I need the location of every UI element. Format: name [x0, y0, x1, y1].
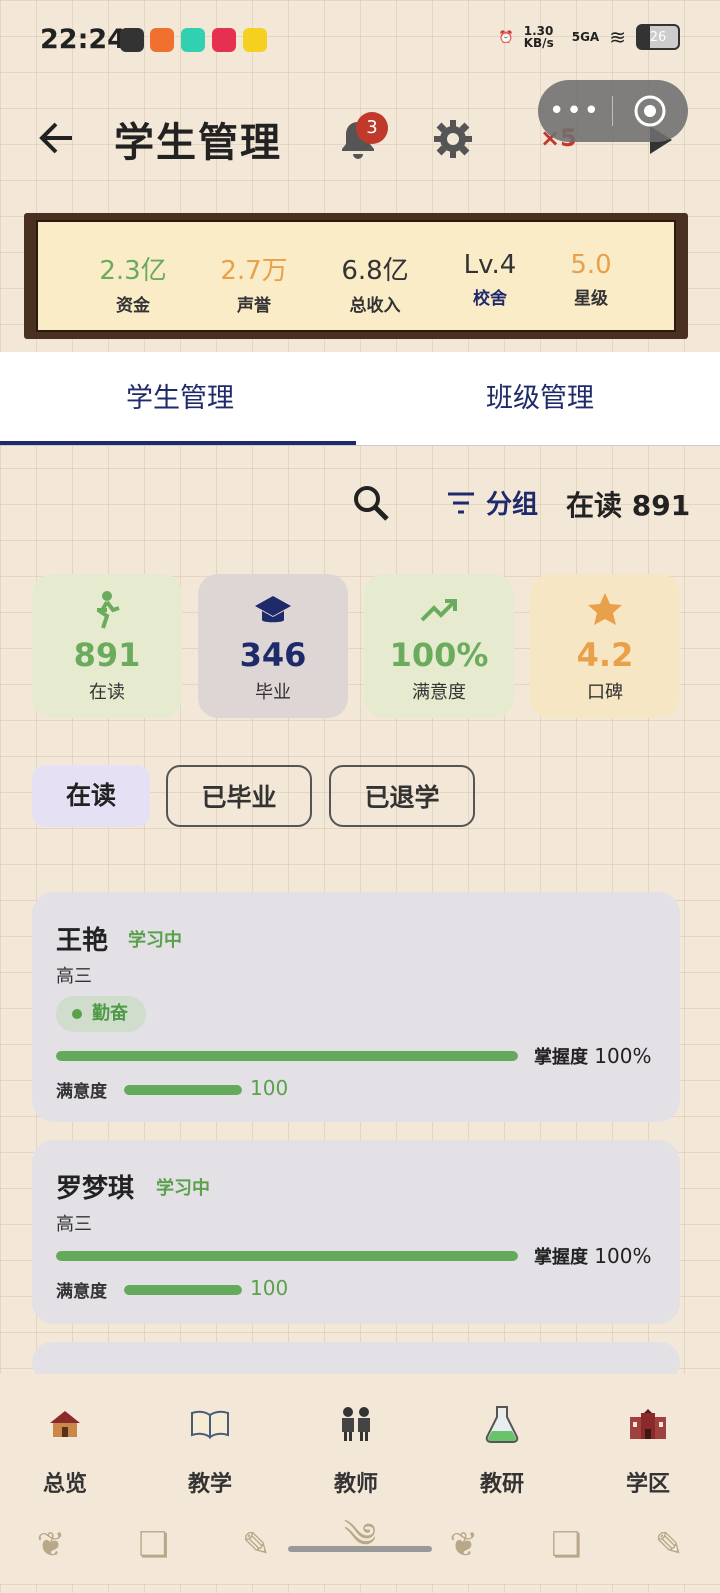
close-miniprogram-button[interactable] [613, 94, 687, 128]
wechat-icon [120, 28, 144, 52]
leaf-icon: ❦ [449, 1524, 478, 1565]
notification-badge: 3 [356, 112, 388, 144]
book-icon: ❏ [551, 1524, 582, 1565]
stat-funds: 2.3亿 资金 [99, 256, 167, 316]
filter-enrolled[interactable]: 在读 [32, 765, 150, 827]
summary-satisfaction: 100% 满意度 [364, 574, 514, 718]
satisfaction-value: 100 [250, 1076, 289, 1100]
person-walking-icon [97, 591, 120, 629]
tab-class-management[interactable]: 班级管理 [360, 352, 720, 446]
flask-icon [485, 1406, 519, 1443]
nav-research[interactable]: 教研 [442, 1394, 562, 1498]
student-card[interactable]: 王艳 学习中 高三 勤奋 掌握度 100% 满意度 100 [32, 892, 680, 1122]
filter-icon[interactable] [446, 490, 476, 516]
student-grade: 高三 [56, 966, 92, 987]
home-indicator[interactable] [288, 1546, 432, 1552]
gear-icon [434, 120, 472, 158]
satisfaction-value: 100 [250, 1276, 289, 1300]
mastery-bar [56, 1051, 518, 1061]
filter-graduated[interactable]: 已毕业 [166, 765, 312, 827]
satisfaction-label: 满意度 [56, 1082, 107, 1102]
net-speed: 1.30 KB/s [523, 24, 554, 50]
open-book-icon [191, 1410, 229, 1439]
nav-district[interactable]: 学区 [588, 1394, 708, 1498]
tab-student-management[interactable]: 学生管理 [0, 352, 360, 446]
swirl-icon: ༄ [343, 1515, 377, 1556]
trending-up-icon [420, 599, 457, 622]
settings-button[interactable] [432, 118, 474, 160]
search-button[interactable] [350, 482, 392, 524]
mastery-label: 掌握度 100% [534, 1244, 652, 1268]
status-bar: 22:24 ⏰ 1.30 KB/s 5GA ≋ 26 [0, 0, 720, 78]
summary-enrolled: 891 在读 [32, 574, 182, 718]
tab-bar: 学生管理 班级管理 [0, 352, 720, 446]
student-grade: 高三 [56, 1214, 92, 1235]
tab-divider [0, 445, 720, 446]
student-name: 罗梦琪 [56, 1174, 135, 1204]
satisfaction-label: 满意度 [56, 1282, 107, 1302]
mastery-bar-fill [56, 1251, 518, 1261]
reading-count: 在读 891 [566, 489, 691, 522]
student-trait: 勤奋 [56, 996, 146, 1032]
app-icon [243, 28, 267, 52]
miniprogram-capsule: ••• [538, 80, 688, 142]
nav-teachers[interactable]: 教师 [296, 1394, 416, 1498]
status-time: 22:24 [40, 24, 126, 55]
decorative-border: ❦ ❏ ✎ ༄ ❦ ❏ ✎ [0, 1505, 720, 1584]
feather-icon: ✎ [242, 1524, 271, 1565]
satisfaction-bar [124, 1285, 242, 1295]
student-name: 王艳 [56, 926, 109, 956]
app-icon [181, 28, 205, 52]
stat-rating: 5.0 星级 [570, 250, 612, 309]
school-house-icon [50, 1411, 80, 1437]
mastery-bar-fill [56, 1051, 518, 1061]
group-button[interactable]: 分组 [486, 484, 538, 521]
app-icon [212, 28, 236, 52]
back-button[interactable] [36, 118, 76, 158]
satisfaction-bar-fill [124, 1285, 242, 1295]
campus-building-icon [630, 1409, 666, 1439]
battery-icon: 26 [636, 24, 680, 50]
feather-icon: ✎ [654, 1524, 684, 1565]
search-icon [354, 486, 389, 521]
summary-reputation: 4.2 口碑 [530, 574, 680, 718]
target-icon [634, 95, 666, 127]
student-status: 学习中 [156, 1178, 210, 1199]
status-right: ⏰ 1.30 KB/s 5GA ≋ 26 [499, 24, 680, 50]
filter-dropped[interactable]: 已退学 [329, 765, 475, 827]
summary-graduated: 346 毕业 [198, 574, 348, 718]
star-icon [588, 593, 622, 625]
app-icon [150, 28, 174, 52]
student-card[interactable]: 罗梦琪 学习中 高三 掌握度 100% 满意度 100 [32, 1140, 680, 1324]
nav-overview[interactable]: 总览 [5, 1394, 125, 1498]
stat-building: Lv.4 校舍 [463, 250, 517, 309]
more-button[interactable]: ••• [538, 96, 612, 126]
page-title: 学生管理 [114, 120, 282, 166]
nav-teaching[interactable]: 教学 [150, 1394, 270, 1498]
book-icon: ❏ [138, 1524, 169, 1565]
stat-reputation: 2.7万 声誉 [220, 256, 288, 316]
satisfaction-bar [124, 1085, 242, 1095]
satisfaction-bar-fill [124, 1085, 242, 1095]
mastery-label: 掌握度 100% [534, 1044, 652, 1068]
arrow-left-icon [39, 122, 72, 154]
leaf-icon: ❦ [36, 1524, 66, 1565]
graduation-cap-icon [255, 596, 291, 623]
alarm-icon: ⏰ [498, 30, 514, 44]
signal-label: 5GA [571, 30, 600, 44]
stat-total-income: 6.8亿 总收入 [341, 256, 409, 316]
mastery-bar [56, 1251, 518, 1261]
student-status: 学习中 [128, 930, 182, 951]
teachers-icon [342, 1407, 370, 1441]
wifi-icon: ≋ [609, 25, 626, 49]
